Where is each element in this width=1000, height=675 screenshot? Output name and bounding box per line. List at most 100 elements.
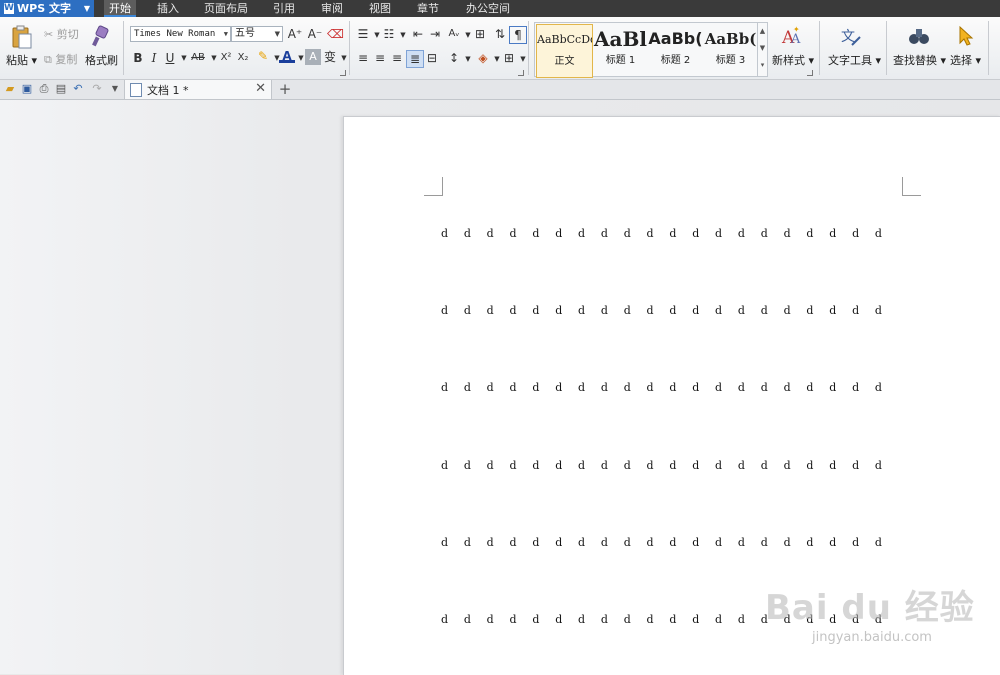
increase-indent-icon[interactable]: ⇥ — [427, 26, 443, 42]
paste-icon[interactable] — [11, 25, 33, 52]
style-sample: AaBb( — [648, 29, 703, 48]
select-label: 选择 — [950, 54, 972, 67]
text-line[interactable]: d d d d d d d d d d d d d d d d d d d d — [441, 459, 882, 472]
style-normal[interactable]: AaBbCcDd 正文 — [536, 24, 593, 78]
svg-text:文: 文 — [841, 29, 855, 45]
style-label: 标题 1 — [605, 55, 636, 66]
cut-label: 剪切 — [56, 28, 79, 41]
superscript-button[interactable]: X² — [217, 50, 235, 66]
subscript-button[interactable]: X₂ — [234, 50, 252, 66]
bold-button[interactable]: B — [130, 50, 146, 66]
new-style-icon: A A ✦ — [780, 25, 802, 50]
style-heading-3[interactable]: AaBb( 标题 3 — [703, 24, 758, 76]
print-icon[interactable]: ⎙ — [37, 82, 51, 96]
tab-references[interactable]: 引用 — [266, 0, 302, 17]
paste-button[interactable]: 粘贴 ▾ — [6, 52, 37, 68]
close-icon[interactable]: ✕ — [255, 81, 266, 96]
margin-corner-mark — [424, 177, 443, 196]
chevron-down-icon[interactable]: ▼ — [460, 51, 476, 67]
document-tab[interactable]: 文档 1 * ✕ — [124, 80, 272, 99]
table-icon[interactable]: ⊞ — [472, 26, 488, 42]
font-size-select[interactable]: 五号 ▼ — [231, 26, 283, 42]
align-left-icon[interactable]: ≡ — [355, 50, 371, 66]
show-marks-icon[interactable]: ¶ — [509, 26, 527, 44]
italic-button[interactable]: I — [146, 50, 162, 66]
copy-icon: ⧉ — [44, 53, 52, 66]
align-right-icon[interactable]: ≡ — [389, 50, 405, 66]
select-button[interactable]: 选择 ▾ — [950, 52, 981, 68]
justify-icon[interactable]: ≣ — [406, 50, 424, 68]
open-folder-icon[interactable]: ▰ — [3, 82, 17, 96]
undo-icon[interactable]: ↶ — [71, 82, 85, 96]
document-tab-bar: ▰ ▣ ⎙ ▤ ↶ ↷ ▼ 文档 1 * ✕ + — [0, 80, 1000, 100]
chevron-down-icon: ▼ — [274, 30, 280, 38]
new-style-button[interactable]: 新样式 ▾ — [772, 52, 814, 68]
style-sample: AaBb( — [704, 30, 757, 48]
chevron-down-icon[interactable]: ▼ — [108, 82, 122, 96]
copy-button[interactable]: ⧉ 复制 — [44, 51, 77, 67]
tab-chapter[interactable]: 章节 — [410, 0, 446, 17]
scissors-icon: ✂ — [44, 28, 54, 41]
find-replace-label: 查找替换 — [893, 54, 937, 67]
style-label: 标题 2 — [660, 55, 691, 66]
text-tools-icon: 文 — [840, 25, 862, 50]
gallery-scroll[interactable]: ▲ ▼ ▾ — [757, 23, 767, 76]
format-painter-button[interactable]: 格式刷 — [85, 52, 118, 68]
style-heading-1[interactable]: AaBl 标题 1 — [593, 24, 648, 76]
text-line[interactable]: d d d d d d d d d d d d d d d d d d d d — [441, 304, 882, 317]
shrink-font-button[interactable]: A⁻ — [307, 26, 323, 42]
save-icon[interactable]: ▣ — [20, 82, 34, 96]
chevron-down-icon[interactable]: ▼ — [395, 27, 411, 43]
tab-page-layout[interactable]: 页面布局 — [200, 0, 252, 17]
text-line[interactable]: d d d d d d d d d d d d d d d d d d d d — [441, 536, 882, 549]
char-shading-button[interactable]: A — [305, 49, 321, 65]
tab-review[interactable]: 审阅 — [314, 0, 350, 17]
font-dialog-launcher[interactable] — [340, 70, 346, 76]
font-name-select[interactable]: Times New Roman ▼ — [130, 26, 231, 42]
decrease-indent-icon[interactable]: ⇤ — [410, 26, 426, 42]
chevron-down-icon: ▼ — [83, 4, 90, 13]
text-line[interactable]: d d d d d d d d d d d d d d d d d d d d — [441, 227, 882, 240]
style-heading-2[interactable]: AaBb( 标题 2 — [648, 24, 703, 76]
divider — [988, 21, 989, 75]
clear-format-icon[interactable]: ⌫ — [327, 26, 344, 42]
strikethrough-button[interactable]: AB — [188, 50, 208, 66]
text-line[interactable]: d d d d d d d d d d d d d d d d d d d d — [441, 381, 882, 394]
ribbon: 粘贴 ▾ ✂ 剪切 ⧉ 复制 格式刷 Times New Roman ▼ 五号 ▼ … — [0, 17, 1000, 80]
paragraph-dialog-launcher[interactable] — [518, 70, 524, 76]
app-name: WPS 文字 — [17, 2, 71, 15]
text-tools-label: 文字工具 — [828, 54, 872, 67]
paste-label: 粘贴 — [6, 54, 28, 67]
styles-dialog-launcher[interactable] — [807, 70, 813, 76]
find-replace-button[interactable]: 查找替换 ▾ — [893, 52, 946, 68]
tab-office-space[interactable]: 办公空间 — [462, 0, 514, 17]
cut-button[interactable]: ✂ 剪切 — [44, 26, 79, 42]
distribute-icon[interactable]: ⊟ — [424, 50, 440, 66]
align-center-icon[interactable]: ≡ — [372, 50, 388, 66]
redo-icon[interactable]: ↷ — [90, 82, 104, 96]
tab-home[interactable]: 开始 — [104, 0, 136, 17]
app-menu-button[interactable]: W WPS 文字 ▼ — [0, 0, 94, 17]
print-preview-icon[interactable]: ▤ — [54, 82, 68, 96]
style-label: 标题 3 — [715, 55, 746, 66]
watermark-url: jingyan.baidu.com — [812, 630, 932, 645]
new-tab-plus-icon[interactable]: + — [278, 82, 292, 97]
watermark-logo: Bai du 经验 — [765, 588, 975, 628]
tab-view[interactable]: 视图 — [362, 0, 398, 17]
divider — [819, 21, 820, 75]
margin-corner-mark — [902, 177, 921, 196]
tab-insert[interactable]: 插入 — [150, 0, 186, 17]
sort-icon[interactable]: ⇅ — [492, 26, 508, 42]
cursor-arrow-icon — [957, 25, 975, 50]
grow-font-button[interactable]: A⁺ — [287, 26, 303, 42]
document-tab-title: 文档 1 * — [147, 84, 189, 97]
document-icon — [130, 83, 142, 97]
text-tools-button[interactable]: 文字工具 ▾ — [828, 52, 881, 68]
divider — [886, 21, 887, 75]
style-sample: AaBl — [594, 27, 647, 51]
divider — [528, 21, 529, 75]
style-sample: AaBbCcDd — [537, 33, 592, 46]
divider — [123, 21, 124, 75]
binoculars-icon — [908, 26, 930, 49]
style-gallery: AaBbCcDd 正文 AaBl 标题 1 AaBb( 标题 2 AaBb( 标… — [534, 22, 768, 78]
